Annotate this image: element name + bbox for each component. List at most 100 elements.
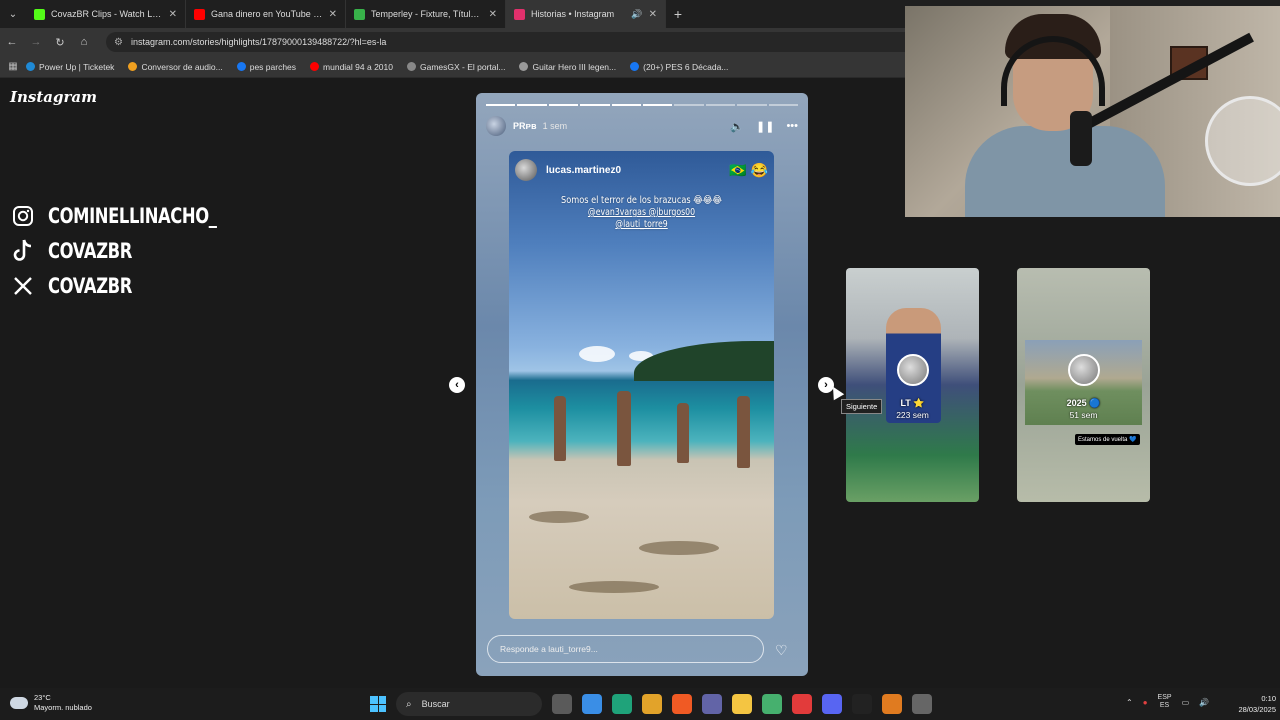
story-header: PRᴘʙ 1 sem 🔈 ❚❚ ••• xyxy=(486,115,798,137)
tab-title: Historias • Instagram xyxy=(531,9,615,19)
mention-line[interactable]: @evan3vargas @jburgos00 xyxy=(533,207,750,219)
social-row: COVAZBR xyxy=(8,268,264,303)
avatar[interactable] xyxy=(486,116,506,136)
pinned-apps xyxy=(552,694,932,714)
bookmark-item[interactable]: Guitar Hero III legen... xyxy=(519,62,616,72)
story-caption: Somos el terror de los brazucas 😂😂😂 @eva… xyxy=(533,195,750,231)
previous-story-button[interactable]: ‹ xyxy=(449,377,465,393)
tab-temperley[interactable]: Temperley - Fixture, Títulos y Pl ✕ xyxy=(346,0,506,28)
chrome-icon[interactable] xyxy=(642,694,662,714)
x-icon xyxy=(8,271,38,301)
app-icon[interactable] xyxy=(762,694,782,714)
bookmark-label: (20+) PES 6 Década... xyxy=(643,61,729,72)
progress-segment xyxy=(768,104,799,106)
tab-kick[interactable]: CovazBR Clips - Watch Live on ✕ xyxy=(26,0,186,28)
facebook-icon xyxy=(630,62,640,71)
discord-icon[interactable] xyxy=(822,694,842,714)
progress-segment xyxy=(643,104,673,106)
hill-shape xyxy=(634,341,774,381)
caption-text: Somos el terror de los brazucas 😂😂😂 xyxy=(560,195,723,206)
seaweed-patch xyxy=(529,511,589,523)
progress-segment xyxy=(548,104,579,106)
tab-title: Temperley - Fixture, Títulos y Pl xyxy=(371,9,483,19)
speaker-icon[interactable]: 🔊 xyxy=(631,9,642,20)
address-bar[interactable]: ⚙ instagram.com/stories/highlights/17879… xyxy=(106,32,926,52)
brave-icon[interactable] xyxy=(672,694,692,714)
close-icon[interactable]: ✕ xyxy=(489,9,497,20)
bookmark-item[interactable]: mundial 94 a 2010 xyxy=(310,62,393,72)
cloud-shape xyxy=(579,346,615,362)
tab-instagram[interactable]: Historias • Instagram 🔊 ✕ xyxy=(506,0,666,28)
back-icon[interactable]: ← xyxy=(0,36,24,48)
taskbar-search[interactable]: ⌕ Buscar xyxy=(396,692,542,716)
home-icon[interactable]: ⌂ xyxy=(72,36,96,48)
chevron-up-icon[interactable]: ⌃ xyxy=(1126,698,1133,707)
clock-date: 28/03/2025 xyxy=(1238,705,1276,714)
bookmark-label: mundial 94 a 2010 xyxy=(323,61,393,72)
lang-code: ESP xyxy=(1157,694,1172,701)
new-tab-button[interactable]: + xyxy=(666,6,690,22)
clock-time: 0:10 xyxy=(1261,694,1276,703)
url-text: instagram.com/stories/highlights/1787900… xyxy=(130,37,387,47)
bookmark-item[interactable]: (20+) PES 6 Década... xyxy=(630,62,728,72)
more-options-icon[interactable]: ••• xyxy=(786,120,798,132)
bookmark-icon xyxy=(26,62,35,71)
apps-grid-icon[interactable]: ▦ xyxy=(0,61,26,72)
social-handle: COVAZBR xyxy=(48,238,132,263)
instagram-icon xyxy=(8,201,38,231)
reload-icon[interactable]: ↻ xyxy=(48,36,72,49)
site-info-icon[interactable]: ⚙ xyxy=(114,37,123,48)
bookmark-item[interactable]: pes parches xyxy=(236,62,296,72)
microphone-icon xyxy=(1070,111,1092,166)
speaker-icon[interactable]: 🔊 xyxy=(1199,698,1209,707)
streamer-body xyxy=(965,126,1165,217)
reply-input[interactable]: Responde a lauti_torre9... xyxy=(487,635,764,663)
close-icon[interactable]: ✕ xyxy=(169,9,177,20)
app-icon[interactable] xyxy=(792,694,812,714)
story-viewer[interactable]: PRᴘʙ 1 sem 🔈 ❚❚ ••• lucas.martinez0 🇧🇷 😂… xyxy=(476,93,808,676)
pause-icon[interactable]: ❚❚ xyxy=(756,120,774,133)
bookmark-item[interactable]: GamesGX - El portal... xyxy=(406,62,505,72)
instagram-logo[interactable]: Instagram xyxy=(10,88,97,106)
close-icon[interactable]: ✕ xyxy=(329,9,337,20)
mention-line[interactable]: @lauti_torre9 xyxy=(533,219,750,231)
microphone-icon[interactable]: ● xyxy=(1143,698,1148,707)
app-icon[interactable] xyxy=(882,694,902,714)
network-icon[interactable]: ▭ xyxy=(1182,698,1190,707)
preview-name: 2025 🔵 xyxy=(1066,398,1101,408)
reshared-username: lucas.martinez0 xyxy=(546,164,622,176)
reshared-story-media: lucas.martinez0 🇧🇷 😂 Somos el terror de … xyxy=(509,151,774,619)
windows-start-icon[interactable] xyxy=(370,696,386,712)
app-icon[interactable] xyxy=(912,694,932,714)
next-story-preview[interactable]: LT ⭐ 223 sem xyxy=(846,268,979,502)
language-indicator[interactable]: ESP ES xyxy=(1158,694,1172,710)
weather-widget[interactable]: 23°C Mayorm. nublado xyxy=(10,693,92,713)
bookmark-icon xyxy=(406,62,416,71)
app-icon[interactable] xyxy=(852,694,872,714)
story-username[interactable]: PRᴘʙ xyxy=(513,121,537,131)
weather-desc: Mayorm. nublado xyxy=(34,703,92,712)
next-story-preview[interactable]: 2025 🔵 51 sem Estamos de vuelta 💙 xyxy=(1017,268,1150,502)
tab-youtube[interactable]: Gana dinero en YouTube - You ✕ xyxy=(186,0,346,28)
system-tray: ⌃ ● ESP ES ▭ 🔊 xyxy=(1126,694,1209,710)
tab-title: Gana dinero en YouTube - You xyxy=(211,9,323,19)
taskbar-clock[interactable]: 0:10 28/03/2025 xyxy=(1238,693,1276,715)
volume-icon[interactable]: 🔈 xyxy=(730,120,744,133)
bookmark-item[interactable]: Power Up | Ticketek xyxy=(26,62,114,72)
webcam-overlay xyxy=(905,6,1280,217)
tab-search-icon[interactable]: ⌄ xyxy=(0,0,26,28)
instagram-icon xyxy=(514,8,525,20)
task-view-icon[interactable] xyxy=(552,694,572,714)
store-icon[interactable] xyxy=(582,694,602,714)
shield-icon xyxy=(354,8,365,20)
close-icon[interactable]: ✕ xyxy=(649,9,657,20)
heart-icon[interactable]: ♡ xyxy=(775,642,788,659)
avatar xyxy=(1067,354,1100,386)
forward-icon[interactable]: → xyxy=(24,36,48,48)
teams-icon[interactable] xyxy=(702,694,722,714)
reply-placeholder: Responde a lauti_torre9... xyxy=(500,644,598,654)
weather-temp: 23°C xyxy=(34,693,51,702)
edge-icon[interactable] xyxy=(612,694,632,714)
bookmark-item[interactable]: Conversor de audio... xyxy=(128,62,223,72)
file-explorer-icon[interactable] xyxy=(732,694,752,714)
